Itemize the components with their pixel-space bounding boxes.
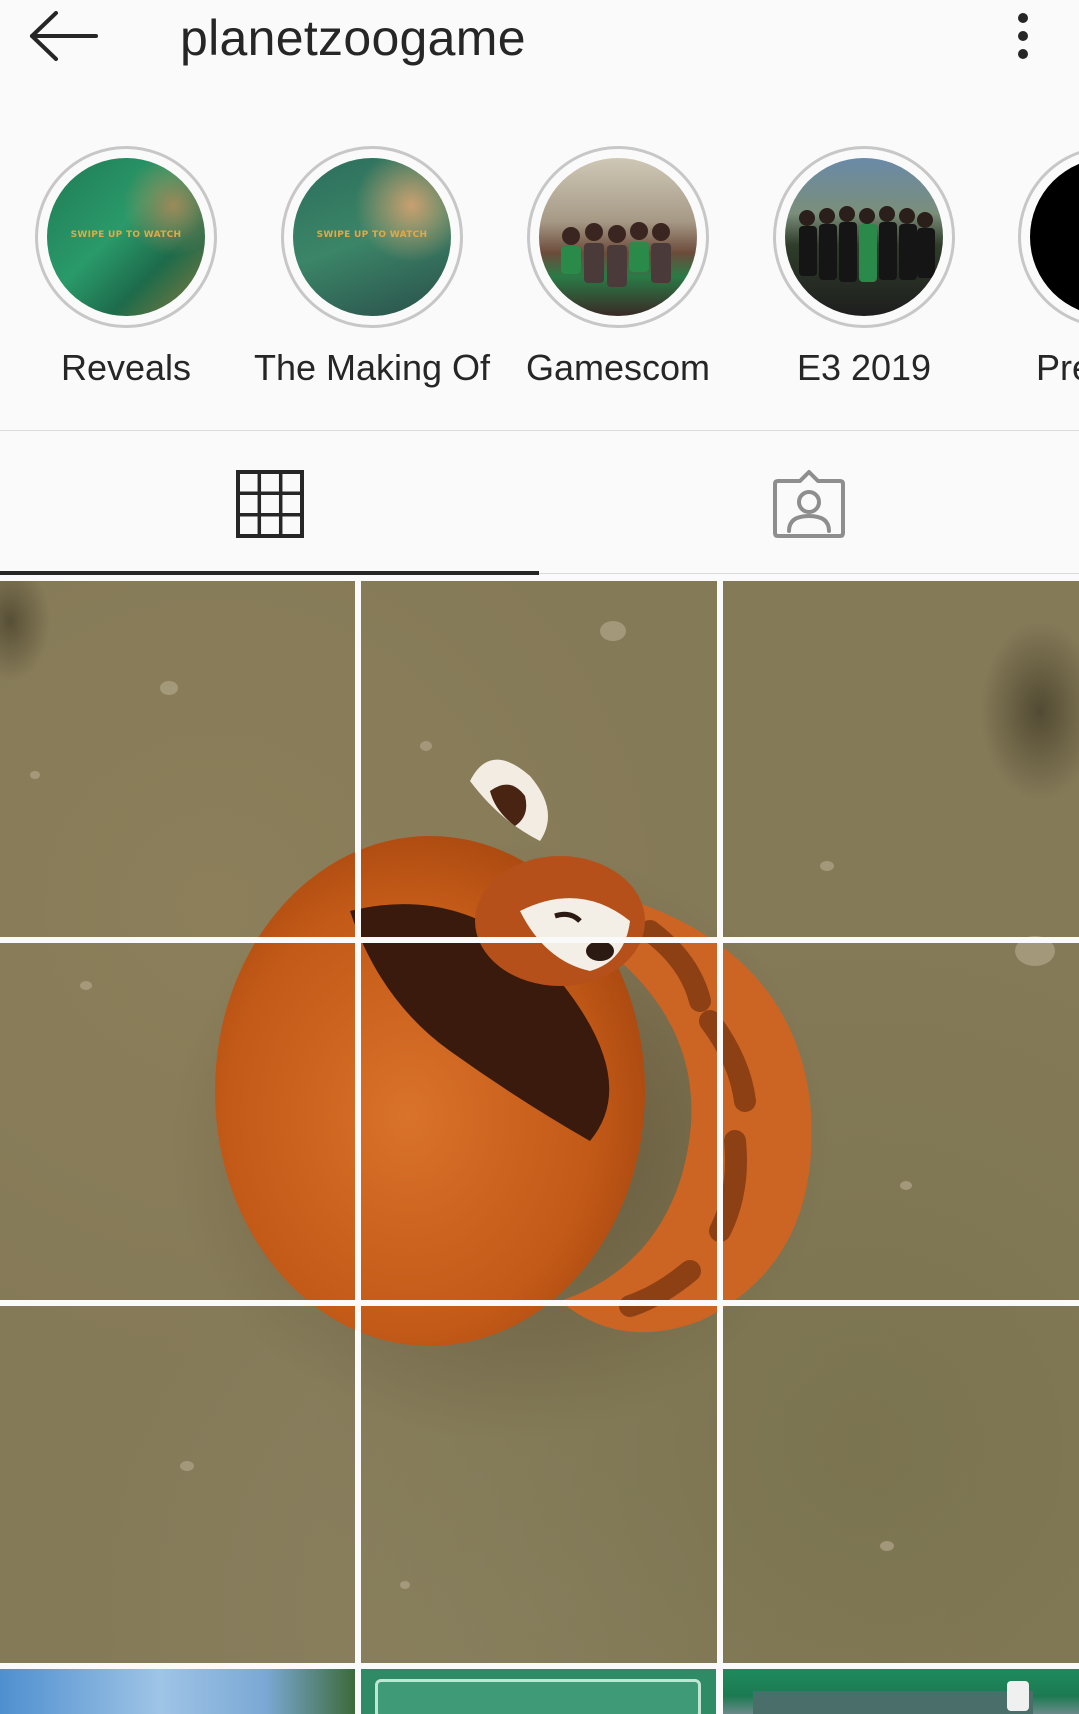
highlight-cover-pre [1030, 158, 1079, 316]
tab-underline [539, 573, 1079, 574]
post-thumbnail[interactable] [361, 1669, 716, 1714]
tagged-person-icon [772, 469, 845, 538]
highlight-ring [773, 146, 955, 328]
grid-divider [0, 937, 1079, 943]
highlight-reveals[interactable]: SWIPE UP TO WATCH Reveals [0, 140, 240, 390]
highlight-cover-reveals: SWIPE UP TO WATCH [47, 158, 205, 316]
post-grid [0, 581, 1079, 1714]
highlight-label: E3 2019 [796, 347, 932, 388]
highlight-pre[interactable]: Pre [984, 140, 1079, 390]
grid-icon [235, 469, 304, 538]
highlight-label: Pre [1036, 347, 1079, 388]
highlight-e3-2019[interactable]: E3 2019 [738, 140, 978, 390]
highlight-label: The Making Of [253, 347, 491, 388]
grid-divider [717, 581, 723, 1714]
group-photo-icon [561, 222, 671, 287]
highlight-ring [1018, 146, 1079, 328]
tab-posts-grid[interactable] [0, 431, 539, 576]
profile-username: planetzoogame [180, 10, 526, 66]
group-photo-icon [799, 206, 935, 282]
post-thumbnail[interactable] [0, 1669, 355, 1714]
highlight-making-of[interactable]: SWIPE UP TO WATCH The Making Of [246, 140, 490, 390]
more-options-button[interactable] [1005, 8, 1041, 68]
back-arrow-icon [30, 11, 98, 61]
highlight-gamescom[interactable]: Gamescom [492, 140, 732, 390]
swipe-up-text: SWIPE UP TO WATCH [316, 230, 428, 240]
profile-tabs [0, 431, 1079, 576]
highlight-ring: SWIPE UP TO WATCH [281, 146, 463, 328]
tab-tagged[interactable] [539, 431, 1078, 576]
highlight-cover-e3-2019 [785, 158, 943, 316]
highlight-cover-making-of: SWIPE UP TO WATCH [293, 158, 451, 316]
back-button[interactable] [28, 4, 108, 68]
post-thumbnail[interactable] [723, 1669, 1079, 1714]
highlight-ring: SWIPE UP TO WATCH [35, 146, 217, 328]
profile-page: planetzoogame SWIPE UP TO WATCH Reveals … [0, 0, 1079, 1714]
grid-divider [355, 581, 361, 1714]
red-panda-mosaic [0, 581, 1079, 1663]
swipe-up-text: SWIPE UP TO WATCH [70, 230, 182, 240]
red-panda-figure [170, 759, 830, 1441]
active-tab-indicator [0, 571, 539, 575]
highlight-cover-gamescom [539, 158, 697, 316]
top-bar: planetzoogame [0, 0, 1079, 78]
grid-divider [0, 1300, 1079, 1306]
story-highlights: SWIPE UP TO WATCH Reveals SWIPE UP TO WA… [0, 140, 1079, 395]
highlight-label: Reveals [60, 347, 192, 388]
more-vertical-icon [1018, 13, 1028, 59]
highlight-ring [527, 146, 709, 328]
highlight-label: Gamescom [525, 347, 711, 388]
